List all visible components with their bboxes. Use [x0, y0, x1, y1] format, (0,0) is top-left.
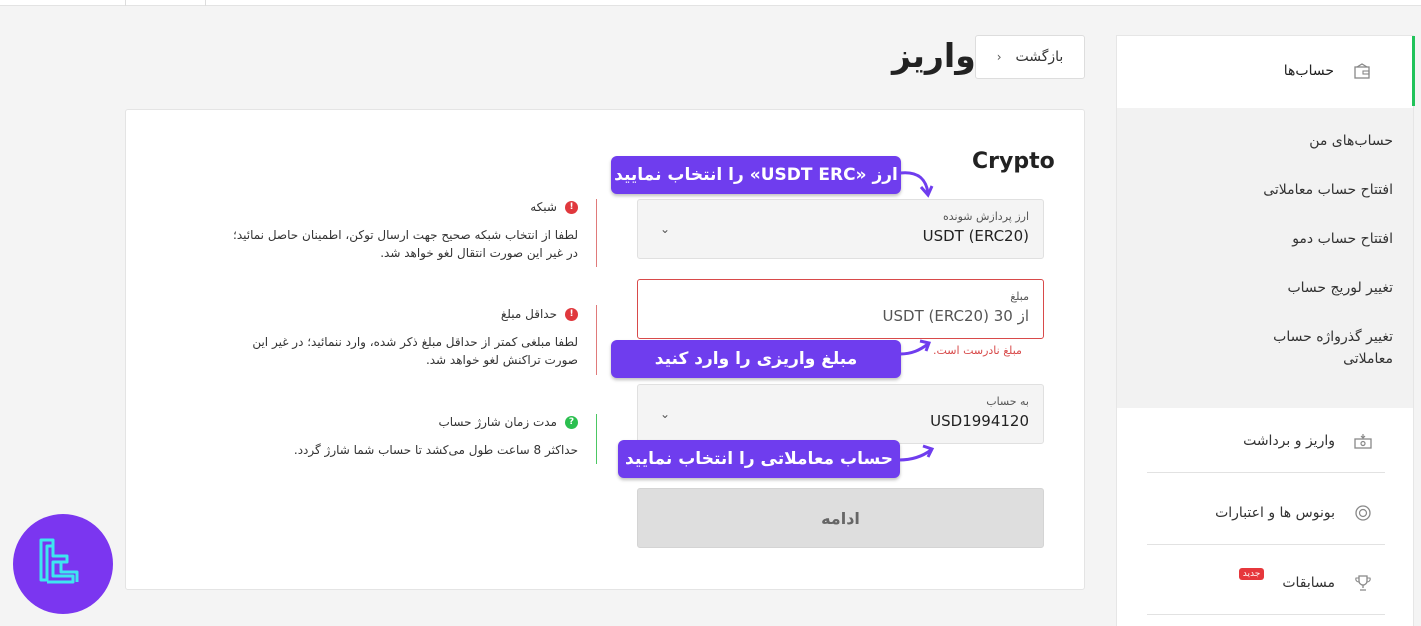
field-label: ارز پردازش شونده: [943, 210, 1029, 223]
network-info: ! شبکه لطفا از انتخاب شبکه صحیح جهت ارسال…: [200, 200, 578, 262]
field-value: USD1994120: [930, 412, 1029, 430]
info-body: حداکثر 8 ساعت طول می‌کشد تا حساب شما شار…: [293, 443, 578, 457]
sidebar-item-label: حساب‌ها: [1283, 63, 1334, 79]
sidebar-item-deposit-withdraw[interactable]: واریز و برداشت: [1147, 409, 1385, 473]
sidebar-item-change-password[interactable]: تغییر گذرواژه حساب معاملاتی: [1243, 326, 1413, 370]
continue-button[interactable]: ادامه: [637, 488, 1044, 548]
info-divider: [596, 414, 597, 464]
field-label: مبلغ: [1010, 290, 1029, 303]
sidebar-item-open-trading-account[interactable]: افتتاح حساب معاملاتی: [1117, 179, 1413, 201]
sidebar-item-change-leverage[interactable]: تغییر لوریج حساب: [1117, 277, 1413, 299]
sidebar-item-label: واریز و برداشت: [1243, 432, 1335, 449]
sidebar-item-bonuses[interactable]: بونوس ها و اعتبارات: [1147, 481, 1385, 545]
info-title: حداقل مبلغ: [500, 307, 557, 321]
amount-error: مبلغ نادرست است.: [933, 344, 1022, 357]
top-bar-divider: [125, 0, 126, 6]
new-badge: جدید: [1238, 567, 1265, 580]
sidebar-item-accounts[interactable]: حساب‌ها: [1117, 36, 1415, 106]
field-value: USDT (ERC20): [922, 227, 1029, 245]
wallet-icon: [1352, 61, 1372, 81]
callout-select-account: حساب معاملاتی را انتخاب نمایید: [618, 440, 900, 478]
chevron-down-icon: ⌄: [660, 407, 671, 421]
warning-icon: !: [565, 200, 578, 214]
field-label: به حساب: [986, 395, 1029, 408]
cash-icon: [1353, 431, 1373, 451]
top-bar-divider: [205, 0, 206, 6]
arrow-icon: [898, 444, 935, 462]
info-title: مدت زمان شارژ حساب: [438, 415, 557, 429]
callout-enter-amount: مبلغ واریزی را وارد کنید: [611, 340, 901, 378]
section-title: Crypto: [972, 149, 1055, 174]
info-divider: [596, 305, 597, 375]
sidebar-item-my-accounts[interactable]: حساب‌های من: [1117, 130, 1413, 152]
chevron-down-icon: ⌄: [660, 222, 671, 236]
minimum-amount-info: ! حداقل مبلغ لطفا مبلغی کمتر از حداقل مبل…: [200, 307, 578, 369]
sidebar-item-contests[interactable]: مسابقات جدید: [1147, 551, 1385, 615]
charge-time-info: ? مدت زمان شارژ حساب حداکثر 8 ساعت طول می…: [200, 415, 578, 459]
chevron-left-icon: ‹: [996, 50, 1002, 64]
page-title: واریز: [892, 36, 976, 75]
warning-icon: !: [565, 307, 578, 321]
currency-select[interactable]: ارز پردازش شونده USDT (ERC20) ⌄: [637, 199, 1044, 259]
trophy-icon: [1353, 573, 1373, 593]
brand-logo: [13, 514, 113, 614]
info-body: لطفا از انتخاب شبکه صحیح جهت ارسال توکن،…: [233, 228, 578, 260]
check-icon: ?: [565, 415, 578, 429]
bonus-icon: [1353, 503, 1373, 523]
arrow-icon: [899, 171, 934, 198]
sidebar-item-label: بونوس ها و اعتبارات: [1215, 504, 1335, 521]
sidebar-item-open-demo-account[interactable]: افتتاح حساب دمو: [1117, 228, 1413, 250]
back-button[interactable]: بازگشت ‹: [975, 35, 1085, 79]
amount-input[interactable]: از 30 USDT (ERC20): [883, 307, 1029, 325]
info-body: لطفا مبلغی کمتر از حداقل مبلغ ذکر شده، و…: [252, 335, 578, 367]
sidebar-submenu: حساب‌های من افتتاح حساب معاملاتی افتتاح …: [1117, 108, 1413, 408]
logo-mark-icon: [39, 538, 79, 584]
arrow-icon: [899, 339, 932, 356]
back-button-label: بازگشت: [1015, 49, 1064, 65]
top-bar: [0, 0, 1421, 6]
callout-select-currency: ارز «USDT ERC» را انتخاب نمایید: [611, 156, 901, 194]
info-title: شبکه: [530, 200, 557, 214]
sidebar: حساب‌ها حساب‌های من افتتاح حساب معاملاتی…: [1116, 35, 1415, 626]
amount-field[interactable]: مبلغ از 30 USDT (ERC20): [637, 279, 1044, 339]
account-select[interactable]: به حساب USD1994120 ⌄: [637, 384, 1044, 444]
sidebar-item-label: مسابقات: [1282, 574, 1335, 591]
info-divider: [596, 199, 597, 267]
